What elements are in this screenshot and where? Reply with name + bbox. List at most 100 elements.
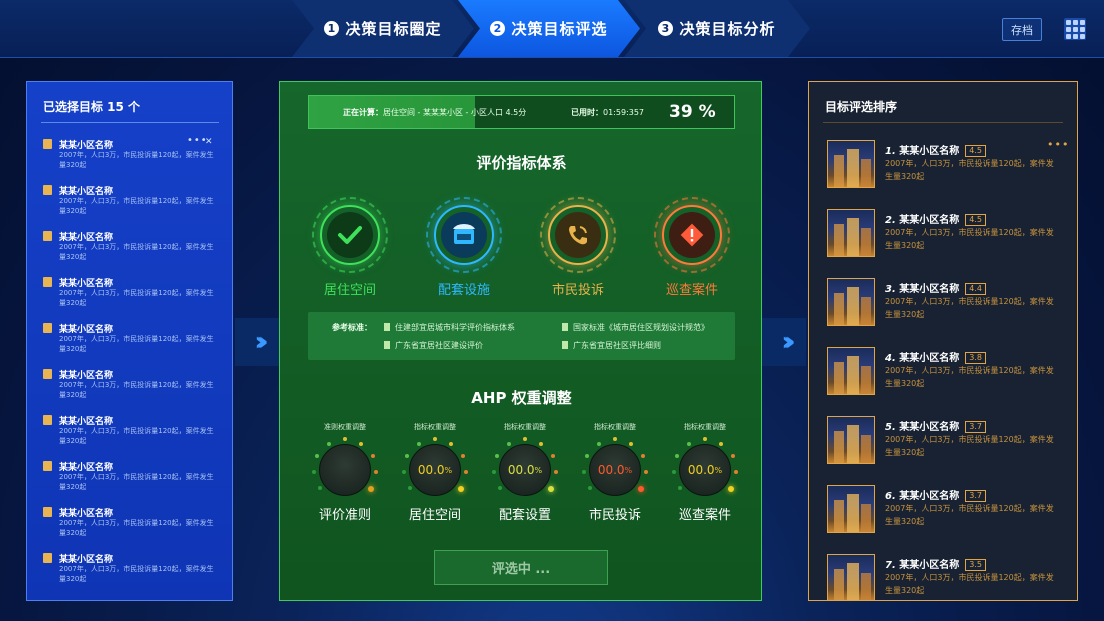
- thumbnail-image: [827, 485, 875, 533]
- step-2-tab[interactable]: 2 决策目标评选: [458, 0, 640, 57]
- ranking-item[interactable]: 4. 某某小区名称 3.8 2007年，人口3万，市民投诉量120起，案件发生量32…: [827, 347, 1067, 416]
- dial-value: 00.0: [417, 463, 445, 477]
- thumbnail-image: [827, 140, 875, 188]
- indicator-list: 居住空间 配套设施 市民投诉 巡查案件: [306, 197, 736, 307]
- rank-desc: 2007年，人口3万，市民投诉量120起，案件发生量320起: [885, 297, 1054, 319]
- dial-knob[interactable]: 00.0%: [679, 444, 731, 496]
- list-item[interactable]: 某某小区名称 2007年，人口3万，市民投诉量120起，案件发生量320起: [43, 414, 223, 460]
- dial-knob[interactable]: [319, 444, 371, 496]
- reference-item[interactable]: 广东省宜居社区建设评价: [384, 340, 483, 351]
- rank-name: 某某小区名称: [899, 491, 960, 502]
- item-desc: 2007年，人口3万，市民投诉量120起，案件发生量320起: [59, 381, 214, 399]
- evaluate-button[interactable]: 评选中 ...: [434, 550, 608, 585]
- ranking-item[interactable]: 3. 某某小区名称 4.4 2007年，人口3万，市民投诉量120起，案件发生量32…: [827, 278, 1067, 347]
- list-item[interactable]: 某某小区名称 2007年，人口3万，市民投诉量120起，案件发生量320起 ••• ✕: [43, 135, 223, 184]
- weight-dial[interactable]: 指标权重调整 00.0% 市民投诉: [572, 422, 658, 523]
- building-shape: [847, 149, 859, 187]
- building-shape: [834, 155, 844, 187]
- reference-item[interactable]: 广东省宜居社区评比细则: [562, 340, 661, 351]
- rank-title: 1. 某某小区名称 4.5: [885, 142, 986, 157]
- dial-dot: [686, 441, 691, 446]
- thumbnail-image: [827, 209, 875, 257]
- indicator-item[interactable]: 巡查案件: [648, 197, 736, 298]
- rank-title: 5. 某某小区名称 3.7: [885, 418, 986, 433]
- ranking-item[interactable]: 1. 某某小区名称 4.5 2007年，人口3万，市民投诉量120起，案件发生量32…: [827, 138, 1069, 209]
- dial-ring: [310, 436, 380, 496]
- save-button[interactable]: 存档: [1002, 18, 1042, 41]
- ranking-title: 目标评选排序: [825, 100, 898, 114]
- reference-item[interactable]: 国家标准《城市居住区规划设计规范》: [562, 322, 709, 333]
- list-item[interactable]: 某某小区名称 2007年，人口3万，市民投诉量120起，案件发生量320起: [43, 184, 223, 230]
- rank-desc: 2007年，人口3万，市民投诉量120起，案件发生量320起: [885, 228, 1054, 250]
- dial-dot: [506, 441, 511, 446]
- ranking-item[interactable]: 7. 某某小区名称 3.5 2007年，人口3万，市民投诉量120起，案件发生量32…: [827, 554, 1067, 600]
- building-shape: [834, 431, 844, 463]
- score-badge: 4.5: [965, 214, 986, 226]
- rank-title: 2. 某某小区名称 4.5: [885, 211, 986, 226]
- indicator-item[interactable]: 居住空间: [306, 197, 394, 298]
- progress-label: 正在计算：: [343, 108, 383, 117]
- dial-knob[interactable]: 00.0%: [589, 444, 641, 496]
- building-shape: [861, 504, 871, 532]
- item-desc: 2007年，人口3万，市民投诉量120起，案件发生量320起: [59, 519, 214, 537]
- weight-dial[interactable]: 准则权重调整 评价准则: [302, 422, 388, 523]
- rank-desc: 2007年，人口3万，市民投诉量120起，案件发生量320起: [885, 504, 1054, 526]
- dial-dot: [497, 486, 502, 491]
- list-item[interactable]: 某某小区名称 2007年，人口3万，市民投诉量120起，案件发生量320起: [43, 230, 223, 276]
- list-item[interactable]: 某某小区名称 2007年，人口3万，市民投诉量120起，案件发生量320起: [43, 506, 223, 552]
- indicator-ring: [654, 197, 730, 273]
- list-item[interactable]: 某某小区名称 2007年，人口3万，市民投诉量120起，案件发生量320起: [43, 322, 223, 368]
- indicator-item[interactable]: 配套设施: [420, 197, 508, 298]
- dial-caption: 指标权重调整: [414, 423, 456, 431]
- building-shape: [834, 569, 844, 600]
- list-item[interactable]: 某某小区名称 2007年，人口3万，市民投诉量120起，案件发生量320起: [43, 552, 223, 598]
- dial-caption: 指标权重调整: [684, 423, 726, 431]
- indicator-label: 居住空间: [323, 283, 376, 298]
- top-bar: 1 决策目标圈定 2 决策目标评选 3 决策目标分析 存档: [0, 0, 1104, 58]
- dial-knob[interactable]: 00.0%: [499, 444, 551, 496]
- dial-dot: [416, 441, 421, 446]
- document-icon: [43, 231, 52, 241]
- indicator-label: 配套设施: [437, 283, 490, 298]
- indicator-item[interactable]: 市民投诉: [534, 197, 622, 298]
- grid-icon[interactable]: [1064, 18, 1086, 40]
- dial-dot: [463, 470, 468, 475]
- weight-dial[interactable]: 指标权重调整 00.0% 配套设置: [482, 422, 568, 523]
- reference-label: 参考标准：: [332, 323, 372, 332]
- building-shape: [834, 362, 844, 394]
- more-icon[interactable]: •••: [1047, 138, 1069, 151]
- step-label: 决策目标圈定: [345, 20, 442, 38]
- list-item[interactable]: 某某小区名称 2007年，人口3万，市民投诉量120起，案件发生量320起: [43, 368, 223, 414]
- dial-dot: [730, 453, 735, 458]
- step-label: 决策目标分析: [679, 20, 776, 38]
- dial-dot: [733, 470, 738, 475]
- ranking-item[interactable]: 2. 某某小区名称 4.5 2007年，人口3万，市民投诉量120起，案件发生量32…: [827, 209, 1067, 278]
- dial-ring: 00.0%: [490, 436, 560, 496]
- dial-name: 巡查案件: [678, 508, 731, 523]
- rank-desc: 2007年，人口3万，市民投诉量120起，案件发生量320起: [885, 366, 1054, 388]
- dial-unit: %: [534, 465, 543, 475]
- building-shape: [847, 563, 859, 600]
- list-item[interactable]: 某某小区名称 2007年，人口3万，市民投诉量120起，案件发生量320起: [43, 460, 223, 506]
- step-3-tab[interactable]: 3 决策目标分析: [624, 0, 810, 57]
- dial-caption: 指标权重调整: [594, 423, 636, 431]
- weight-dials: 准则权重调整 评价准则 指标权重调整 00.0% 居住空间 指标权重调整 00.0% 配套设置…: [302, 422, 742, 532]
- selected-targets-panel: 已选择目标 15 个 某某小区名称 2007年，人口3万，市民投诉量120起，案件…: [26, 81, 233, 601]
- weight-dial[interactable]: 指标权重调整 00.0% 居住空间: [392, 422, 478, 523]
- ranking-item[interactable]: 6. 某某小区名称 3.7 2007年，人口3万，市民投诉量120起，案件发生量32…: [827, 485, 1067, 554]
- dial-value: 00.0: [507, 463, 535, 477]
- ranking-item[interactable]: 5. 某某小区名称 3.7 2007年，人口3万，市民投诉量120起，案件发生量32…: [827, 416, 1067, 485]
- rank-number: 7.: [885, 560, 896, 571]
- dial-dot: [402, 470, 407, 475]
- reference-item[interactable]: 住建部宜居城市科学评价指标体系: [384, 322, 515, 333]
- dial-knob[interactable]: 00.0%: [409, 444, 461, 496]
- list-item[interactable]: 某某小区名称 2007年，人口3万，市民投诉量120起，案件发生量320起: [43, 276, 223, 322]
- dial-dot: [315, 453, 320, 458]
- weight-dial[interactable]: 指标权重调整 00.0% 巡查案件: [662, 422, 748, 523]
- close-icon[interactable]: ✕: [205, 137, 213, 147]
- step-1-tab[interactable]: 1 决策目标圈定: [292, 0, 474, 57]
- building-shape: [847, 356, 859, 394]
- document-icon: [43, 139, 52, 149]
- building-shape: [861, 435, 871, 463]
- indicator-label: 市民投诉: [551, 283, 604, 298]
